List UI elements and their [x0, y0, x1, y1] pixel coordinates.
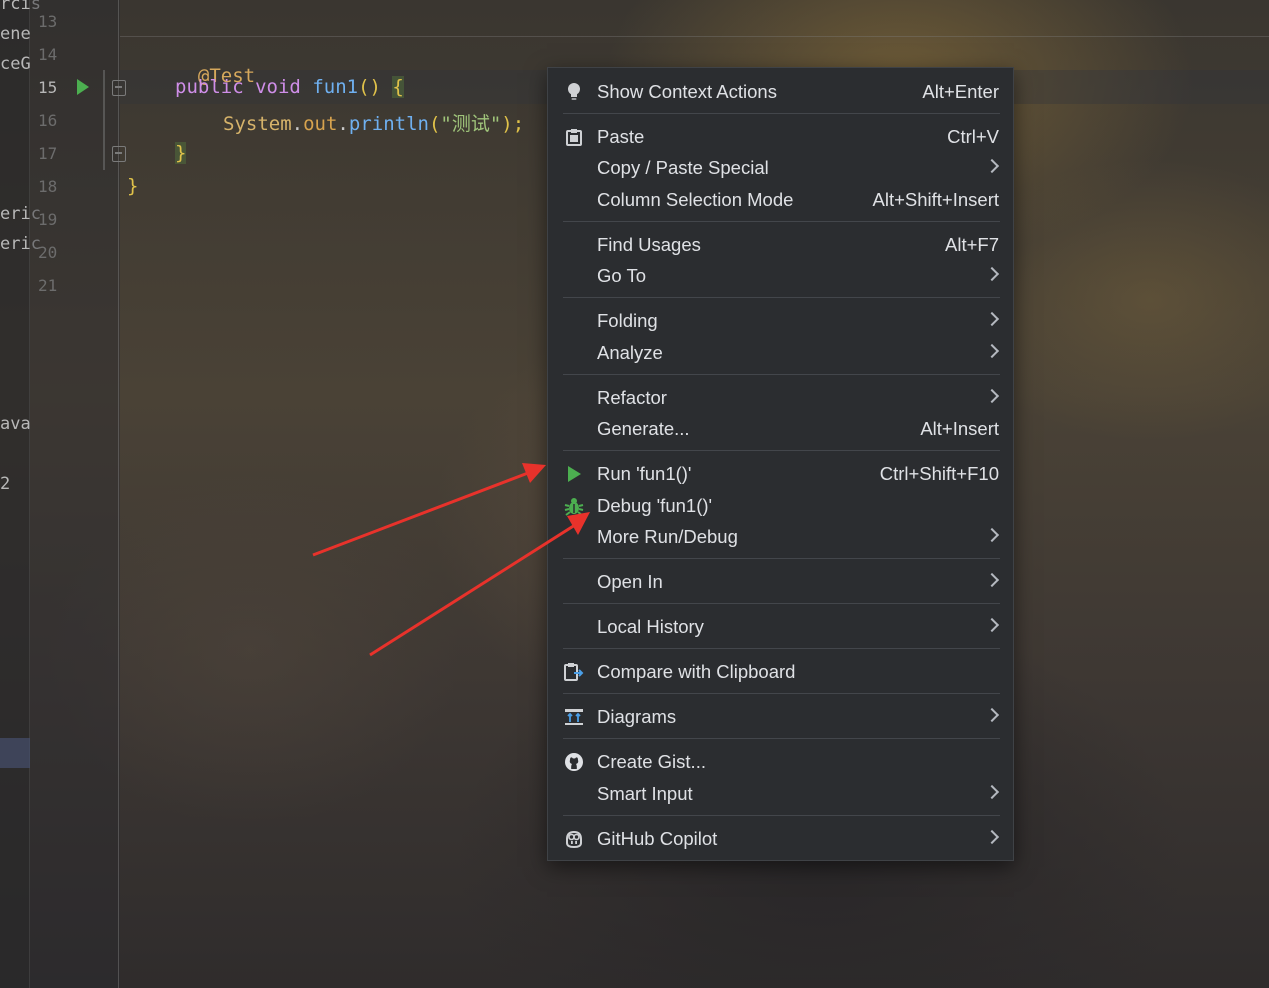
arrow-to-debug	[369, 512, 590, 657]
arrow-to-run	[312, 463, 546, 557]
annotation-arrows	[312, 463, 590, 657]
